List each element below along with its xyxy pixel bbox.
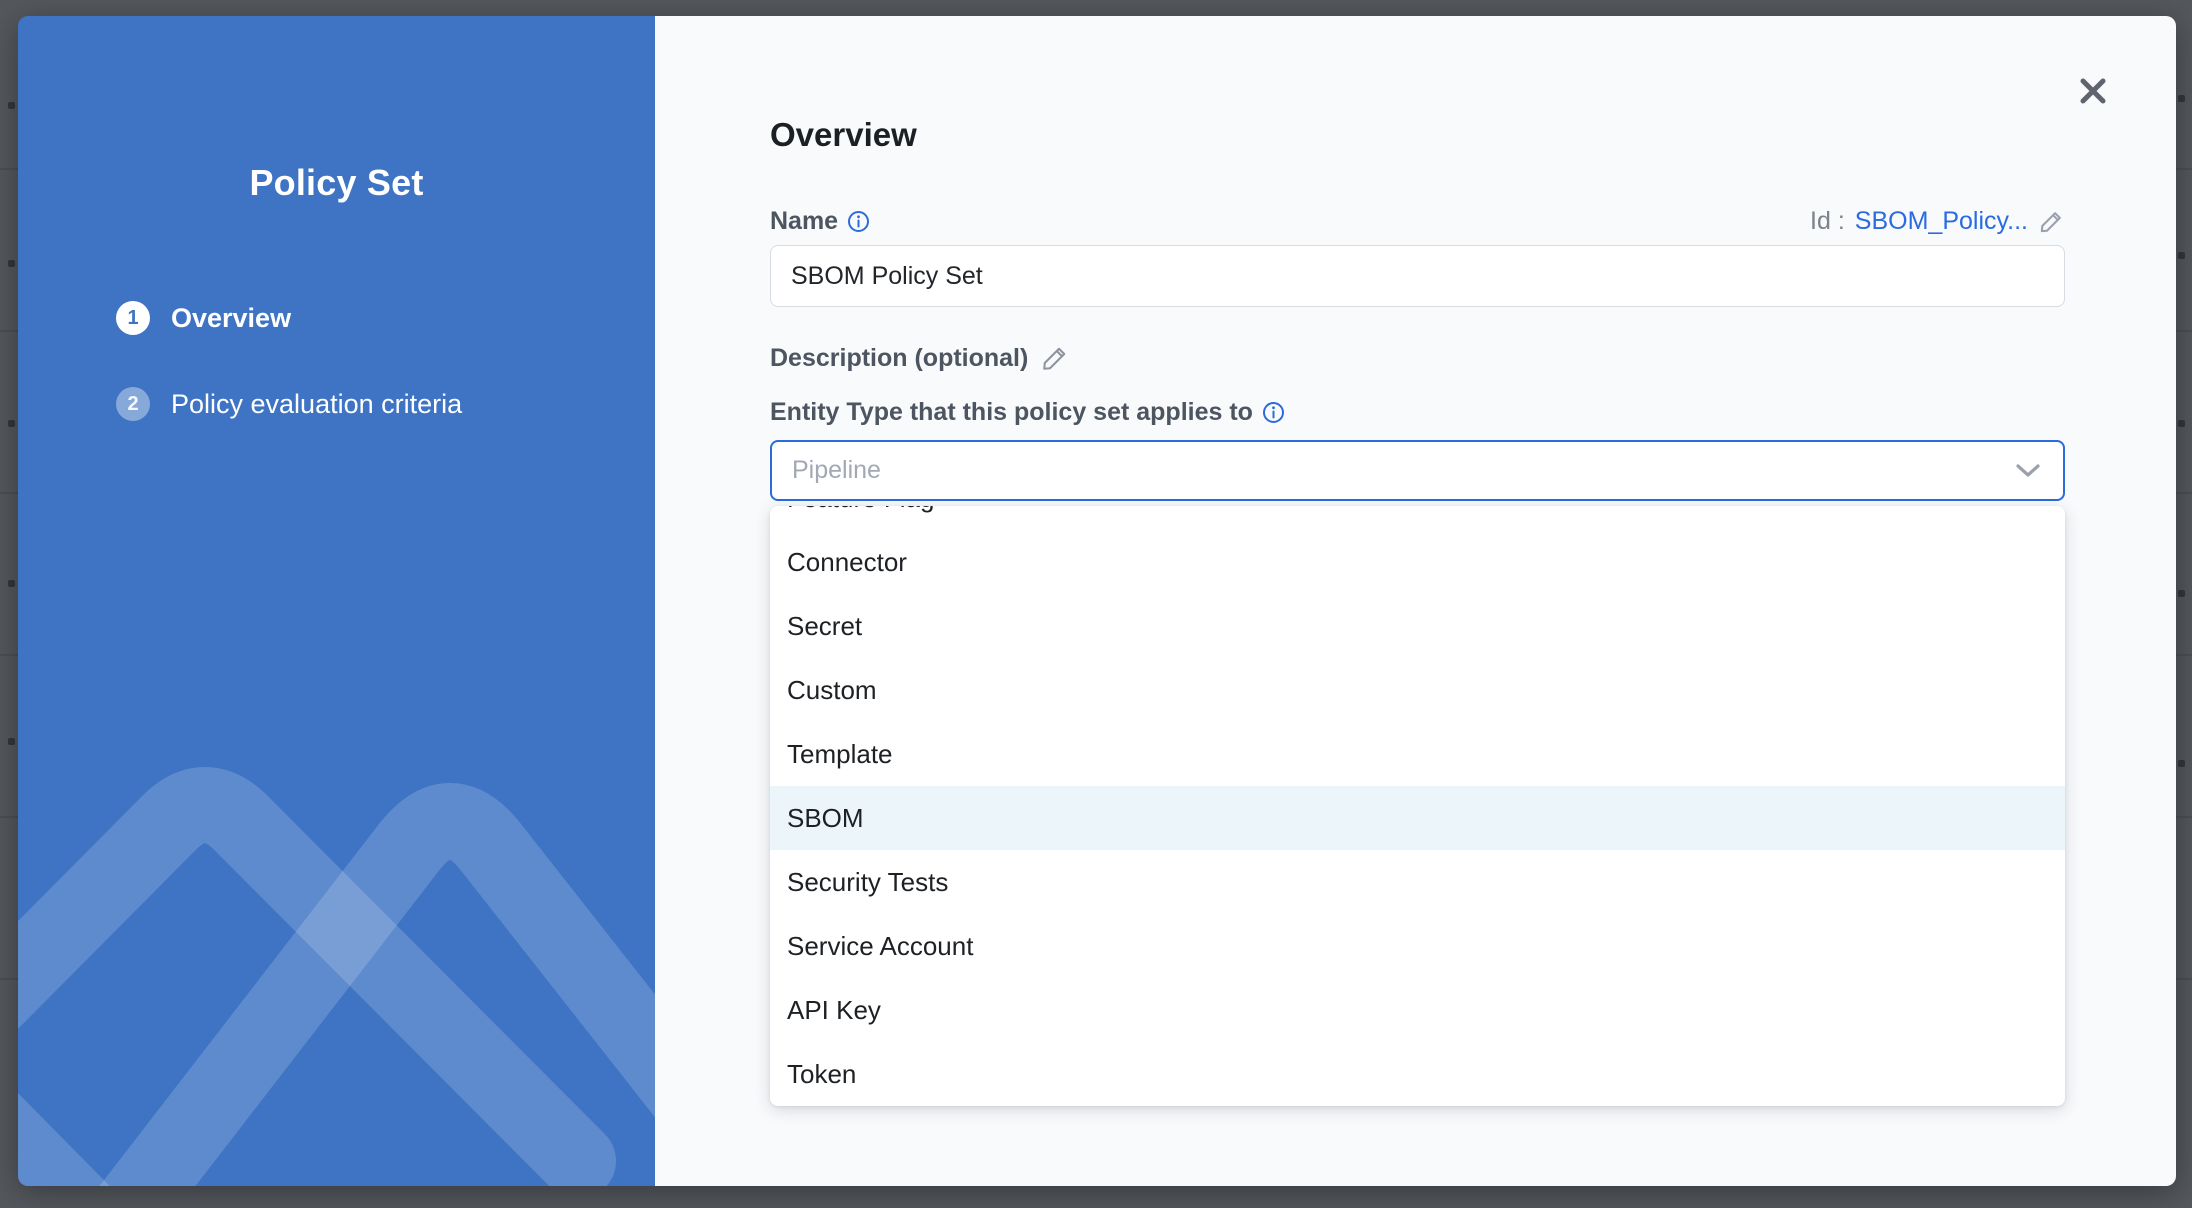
description-label: Description (optional) <box>770 344 1028 373</box>
dropdown-item-template[interactable]: Template <box>770 722 2065 786</box>
dropdown-item-connector[interactable]: Connector <box>770 530 2065 594</box>
entity-type-row: Entity Type that this policy set applies… <box>770 398 2065 427</box>
close-icon[interactable] <box>2074 72 2112 110</box>
info-circle-icon[interactable] <box>1262 401 1285 424</box>
dropdown-item-api-key[interactable]: API Key <box>770 978 2065 1042</box>
entity-type-select[interactable]: Pipeline <box>770 440 2065 501</box>
step-number-badge: 2 <box>116 387 150 421</box>
description-row: Description (optional) <box>770 343 2065 373</box>
id-prefix: Id : <box>1810 207 1845 236</box>
step-overview[interactable]: 1 Overview <box>116 301 655 335</box>
name-input[interactable]: SBOM Policy Set <box>770 245 2065 307</box>
dropdown-item-service-account[interactable]: Service Account <box>770 914 2065 978</box>
entity-type-placeholder: Pipeline <box>792 456 881 485</box>
dimmed-background-right <box>2176 0 2192 1208</box>
dropdown-item-sbom[interactable]: SBOM <box>770 786 2065 850</box>
name-label-row: Name Id : SBOM_Policy... <box>770 207 2065 236</box>
step-label: Overview <box>171 303 291 334</box>
step-number-badge: 1 <box>116 301 150 335</box>
dropdown-item-token[interactable]: Token <box>770 1042 2065 1106</box>
dropdown-item-custom[interactable]: Custom <box>770 658 2065 722</box>
chevron-down-icon <box>2015 463 2041 479</box>
dimmed-background-left <box>0 0 18 1208</box>
pencil-edit-icon[interactable] <box>2038 208 2065 235</box>
entity-type-label: Entity Type that this policy set applies… <box>770 398 1253 427</box>
page-title: Overview <box>770 115 2065 155</box>
step-policy-evaluation-criteria[interactable]: 2 Policy evaluation criteria <box>116 387 655 421</box>
wizard-title: Policy Set <box>18 162 655 204</box>
screen: Policy Set 1 Overview 2 Policy evaluatio… <box>0 0 2192 1208</box>
pencil-edit-icon[interactable] <box>1040 343 1070 373</box>
info-circle-icon[interactable] <box>847 210 870 233</box>
step-label: Policy evaluation criteria <box>171 389 462 420</box>
entity-type-dropdown-menu: Feature Flag Connector Secret Custom Tem… <box>770 506 2065 1106</box>
wizard-steps: 1 Overview 2 Policy evaluation criteria <box>18 301 655 421</box>
overview-form-panel: Overview Name Id : SBOM_Policy... <box>655 16 2176 1186</box>
dropdown-item-clipped[interactable]: Feature Flag <box>770 506 2065 530</box>
name-label: Name <box>770 207 838 236</box>
dropdown-item-security-tests[interactable]: Security Tests <box>770 850 2065 914</box>
policy-set-modal: Policy Set 1 Overview 2 Policy evaluatio… <box>18 16 2176 1186</box>
id-link[interactable]: SBOM_Policy... <box>1855 207 2028 236</box>
dropdown-item-secret[interactable]: Secret <box>770 594 2065 658</box>
harness-logo-watermark <box>18 716 655 1186</box>
wizard-sidebar: Policy Set 1 Overview 2 Policy evaluatio… <box>18 16 655 1186</box>
name-input-value: SBOM Policy Set <box>791 262 983 291</box>
